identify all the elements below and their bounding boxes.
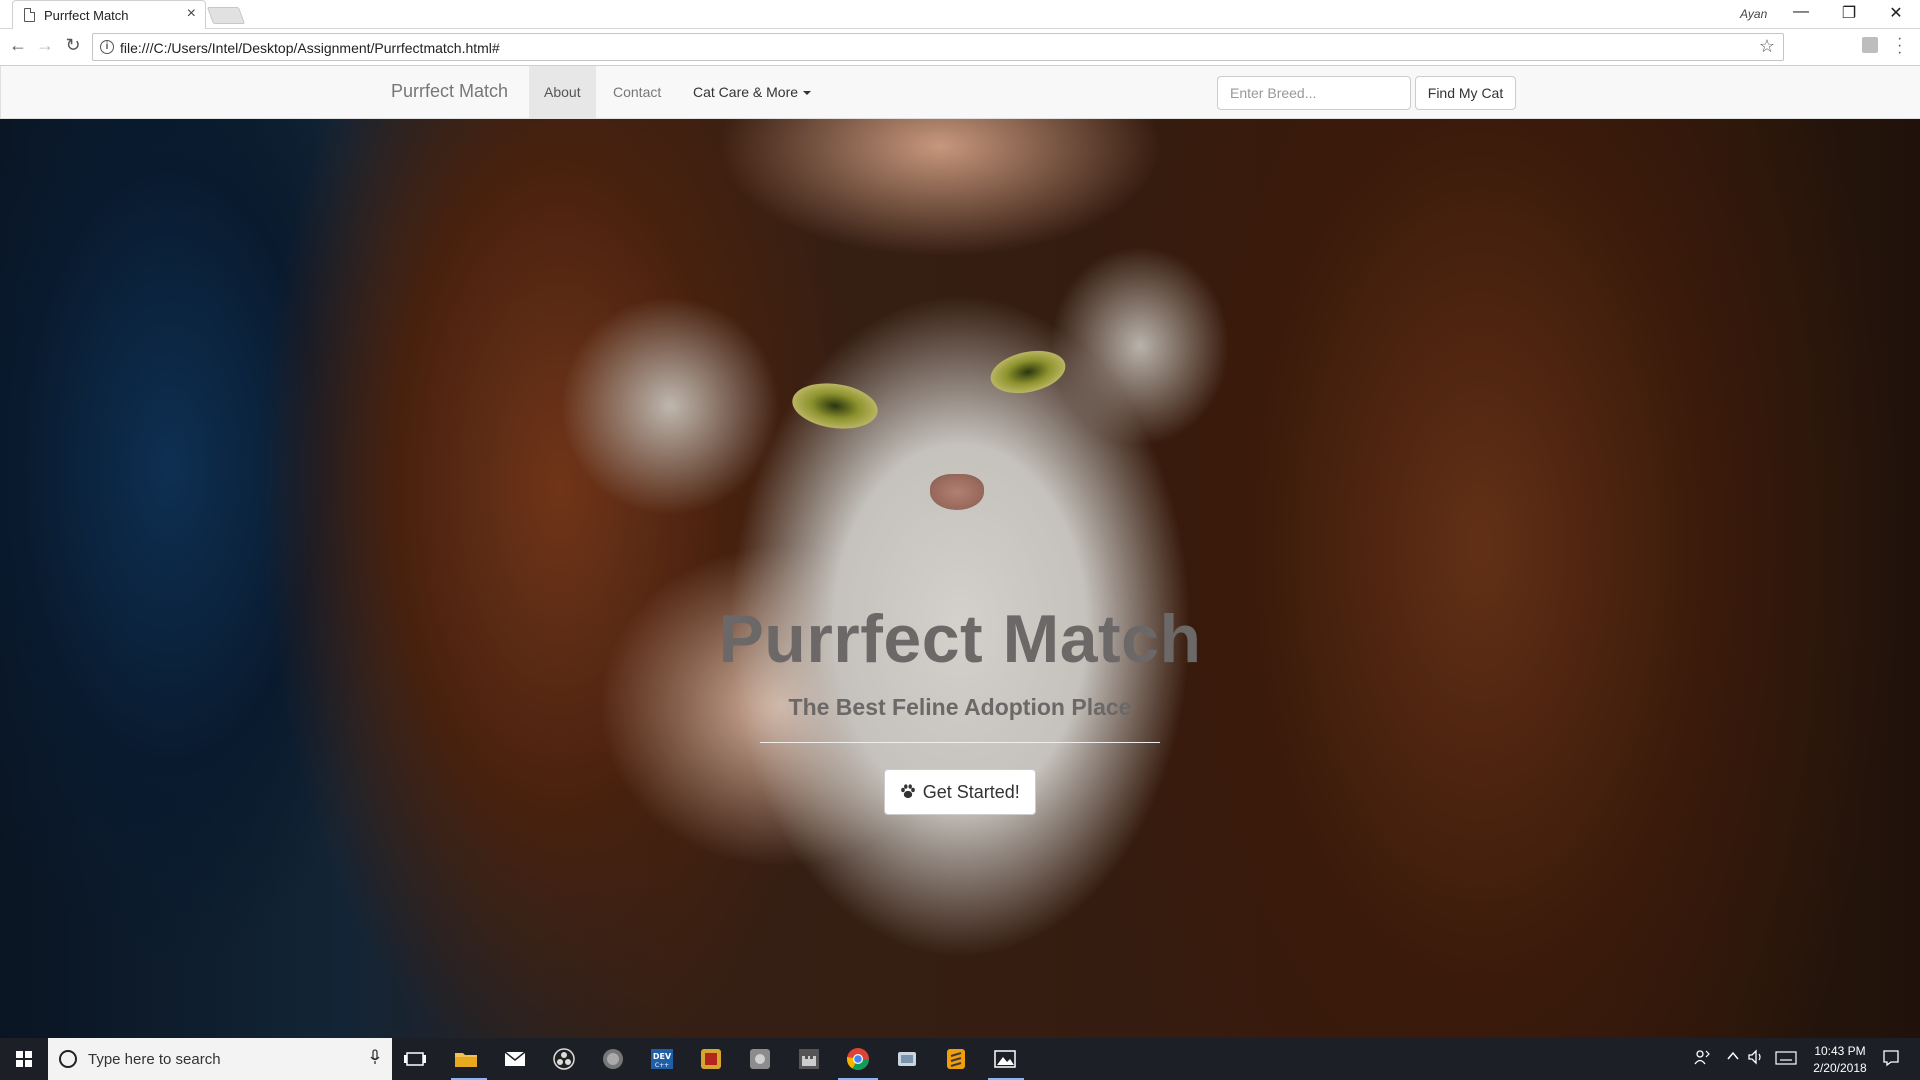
nav-contact[interactable]: Contact xyxy=(598,66,676,118)
page-icon xyxy=(24,8,35,22)
volume-icon[interactable] xyxy=(1747,1049,1765,1068)
hero-title: Purrfect Match xyxy=(718,601,1202,677)
microphone-icon[interactable] xyxy=(370,1049,380,1069)
mail-icon[interactable] xyxy=(500,1044,530,1074)
brand-link[interactable]: Purrfect Match xyxy=(391,81,508,102)
taskbar-search-placeholder: Type here to search xyxy=(88,1051,221,1068)
hero-overlay xyxy=(0,66,1920,1038)
svg-text:C++: C++ xyxy=(655,1062,669,1069)
globe-browser-icon[interactable] xyxy=(598,1044,628,1074)
cards-app-icon[interactable] xyxy=(892,1044,922,1074)
tab-close-icon[interactable]: × xyxy=(187,5,196,23)
breed-search-input[interactable] xyxy=(1217,76,1411,110)
get-started-label: Get Started! xyxy=(922,782,1020,802)
start-button[interactable] xyxy=(0,1038,48,1080)
gold-app-icon[interactable] xyxy=(696,1044,726,1074)
profile-name[interactable]: Ayan xyxy=(1740,7,1767,21)
system-tray: 10:43 PM 2/20/2018 xyxy=(1680,1038,1920,1080)
dev-cpp-icon[interactable]: DEV C++ xyxy=(647,1044,677,1074)
nav-cat-care-dropdown[interactable]: Cat Care & More xyxy=(678,66,826,118)
browser-tab-strip: Purrfect Match × Ayan — ❐ ✕ xyxy=(0,0,1920,29)
svg-text:DEV: DEV xyxy=(653,1052,672,1061)
address-url[interactable]: file:///C:/Users/Intel/Desktop/Assignmen… xyxy=(120,40,500,56)
browser-menu-icon[interactable]: · · · xyxy=(1897,31,1902,61)
gray-app-icon[interactable] xyxy=(745,1044,775,1074)
file-explorer-icon[interactable] xyxy=(451,1044,481,1074)
reload-icon[interactable]: ↻ xyxy=(61,35,85,56)
task-view-icon[interactable] xyxy=(400,1044,430,1074)
action-center-icon[interactable] xyxy=(1882,1049,1900,1070)
sublime-text-icon[interactable] xyxy=(941,1044,971,1074)
paw-icon xyxy=(900,784,920,802)
taskbar-search-box[interactable]: Type here to search xyxy=(48,1038,392,1080)
browser-toolbar: ← → ↻ i file:///C:/Users/Intel/Desktop/A… xyxy=(0,29,1920,66)
find-my-cat-button[interactable]: Find My Cat xyxy=(1415,76,1516,110)
chrome-icon[interactable] xyxy=(843,1044,873,1074)
clock-date[interactable]: 2/20/2018 xyxy=(1808,1061,1872,1075)
chevron-up-icon[interactable] xyxy=(1726,1049,1740,1066)
site-info-icon[interactable]: i xyxy=(100,40,114,54)
bookmark-star-icon[interactable]: ☆ xyxy=(1759,36,1775,57)
close-window-button[interactable]: ✕ xyxy=(1876,3,1916,23)
nav-cat-care-label: Cat Care & More xyxy=(693,84,799,100)
page-viewport: Purrfect Match About Contact Cat Care & … xyxy=(0,66,1920,1038)
windows-logo-icon xyxy=(16,1051,32,1067)
address-bar[interactable]: i file:///C:/Users/Intel/Desktop/Assignm… xyxy=(92,33,1784,61)
obs-icon[interactable] xyxy=(549,1044,579,1074)
keyboard-icon[interactable] xyxy=(1775,1051,1797,1068)
extension-icon[interactable] xyxy=(1862,37,1878,53)
tab-title: Purrfect Match xyxy=(44,8,129,23)
forward-icon[interactable]: → xyxy=(33,35,57,56)
get-started-button[interactable]: Get Started! xyxy=(884,769,1036,815)
hero-subtitle: The Best Feline Adoption Place xyxy=(788,694,1132,720)
cortana-icon xyxy=(59,1050,77,1068)
castle-app-icon[interactable] xyxy=(794,1044,824,1074)
nav-about[interactable]: About xyxy=(529,66,596,118)
restore-button[interactable]: ❐ xyxy=(1829,3,1869,23)
windows-taskbar: Type here to search DEV C++ 10:43 PM 2/2… xyxy=(0,1038,1920,1080)
minimize-button[interactable]: — xyxy=(1781,3,1821,21)
browser-tab[interactable]: Purrfect Match × xyxy=(12,0,206,29)
photos-icon[interactable] xyxy=(990,1044,1020,1074)
caret-down-icon xyxy=(803,91,812,96)
new-tab-button[interactable] xyxy=(206,7,246,24)
clock-time[interactable]: 10:43 PM xyxy=(1810,1044,1870,1058)
back-icon[interactable]: ← xyxy=(6,35,30,56)
people-icon[interactable] xyxy=(1693,1048,1711,1069)
site-navbar: Purrfect Match About Contact Cat Care & … xyxy=(0,66,1920,119)
hero-divider xyxy=(760,742,1160,743)
